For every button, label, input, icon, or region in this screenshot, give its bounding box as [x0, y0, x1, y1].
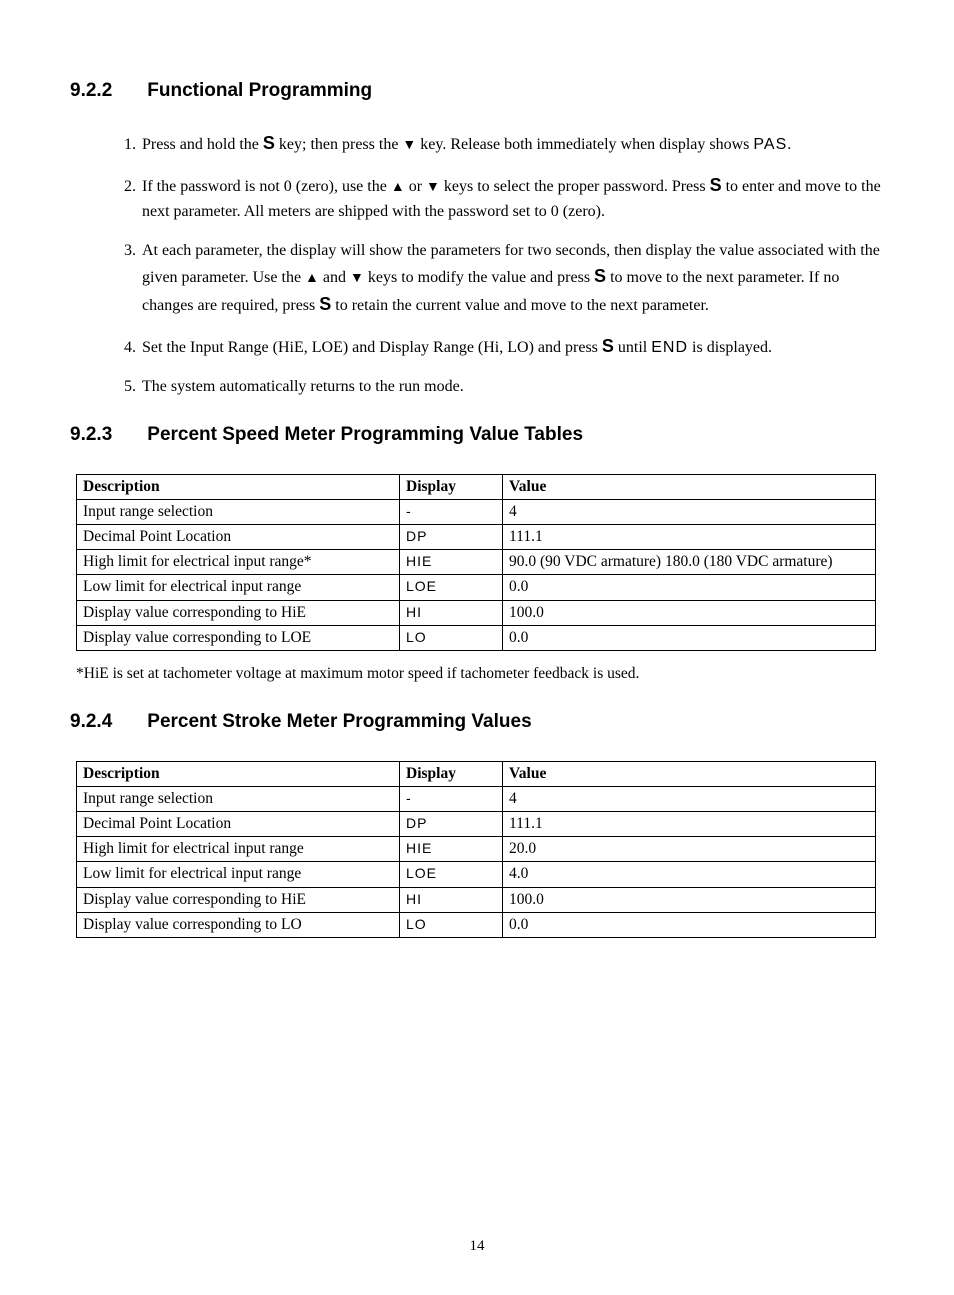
s-key-icon: S [710, 175, 722, 195]
heading-922: 9.2.2 Functional Programming [70, 80, 884, 102]
down-arrow-icon: ▼ [426, 180, 440, 195]
heading-num: 9.2.4 [70, 711, 142, 733]
th-description: Description [77, 761, 400, 786]
down-arrow-icon: ▼ [350, 271, 364, 286]
cell-display: DP [400, 812, 503, 837]
cell-display: HI [400, 600, 503, 625]
cell-description: High limit for electrical input range [77, 837, 400, 862]
table-row: Display value corresponding to LOELO0.0 [77, 625, 876, 650]
cell-description: Display value corresponding to HiE [77, 600, 400, 625]
cell-value: 111.1 [503, 812, 876, 837]
cell-display: - [400, 786, 503, 811]
cell-display: LOE [400, 575, 503, 600]
cell-display: LO [400, 912, 503, 937]
cell-display: HI [400, 887, 503, 912]
th-display: Display [400, 761, 503, 786]
table-row: Display value corresponding to HiEHI100.… [77, 600, 876, 625]
heading-num: 9.2.2 [70, 80, 142, 102]
table-row: Input range selection-4 [77, 786, 876, 811]
cell-value: 0.0 [503, 625, 876, 650]
down-arrow-icon: ▼ [402, 138, 416, 153]
cell-value: 4.0 [503, 862, 876, 887]
table-header-row: Description Display Value [77, 474, 876, 499]
heading-num: 9.2.3 [70, 424, 142, 446]
table-header-row: Description Display Value [77, 761, 876, 786]
table-row: Display value corresponding to HiEHI100.… [77, 887, 876, 912]
heading-title: Percent Stroke Meter Programming Values [147, 711, 531, 732]
cell-description: Low limit for electrical input range [77, 862, 400, 887]
table-924: Description Display Value Input range se… [76, 761, 876, 938]
up-arrow-icon: ▲ [391, 180, 405, 195]
th-description: Description [77, 474, 400, 499]
up-arrow-icon: ▲ [305, 271, 319, 286]
page-number: 14 [70, 1238, 884, 1255]
cell-value: 4 [503, 786, 876, 811]
table-row: Decimal Point LocationDP111.1 [77, 812, 876, 837]
table-row: Display value corresponding to LOLO0.0 [77, 912, 876, 937]
cell-display: LO [400, 625, 503, 650]
cell-value: 20.0 [503, 837, 876, 862]
table-923: Description Display Value Input range se… [76, 474, 876, 651]
cell-description: High limit for electrical input range* [77, 550, 400, 575]
table-row: High limit for electrical input range*HI… [77, 550, 876, 575]
cell-description: Decimal Point Location [77, 525, 400, 550]
cell-description: Display value corresponding to LOE [77, 625, 400, 650]
cell-display: LOE [400, 862, 503, 887]
step-4: Set the Input Range (HiE, LOE) and Displ… [140, 333, 884, 361]
cell-display: - [400, 499, 503, 524]
cell-description: Low limit for electrical input range [77, 575, 400, 600]
table-row: Input range selection-4 [77, 499, 876, 524]
th-value: Value [503, 761, 876, 786]
s-key-icon: S [594, 266, 606, 286]
table-row: Decimal Point LocationDP111.1 [77, 525, 876, 550]
cell-description: Input range selection [77, 786, 400, 811]
table-row: High limit for electrical input rangeHIE… [77, 837, 876, 862]
th-display: Display [400, 474, 503, 499]
cell-value: 0.0 [503, 912, 876, 937]
th-value: Value [503, 474, 876, 499]
heading-924: 9.2.4 Percent Stroke Meter Programming V… [70, 711, 884, 733]
steps-list: Press and hold the S key; then press the… [70, 130, 884, 400]
cell-value: 90.0 (90 VDC armature) 180.0 (180 VDC ar… [503, 550, 876, 575]
cell-description: Display value corresponding to LO [77, 912, 400, 937]
step-2: If the password is not 0 (zero), use the… [140, 172, 884, 225]
step-5: The system automatically returns to the … [140, 375, 884, 400]
pas-display-icon: PAS [753, 136, 787, 153]
heading-title: Functional Programming [147, 80, 372, 101]
cell-description: Input range selection [77, 499, 400, 524]
cell-display: HIE [400, 837, 503, 862]
cell-description: Display value corresponding to HiE [77, 887, 400, 912]
cell-display: DP [400, 525, 503, 550]
heading-923: 9.2.3 Percent Speed Meter Programming Va… [70, 424, 884, 446]
s-key-icon: S [319, 294, 331, 314]
heading-title: Percent Speed Meter Programming Value Ta… [147, 424, 583, 445]
cell-value: 0.0 [503, 575, 876, 600]
step-3: At each parameter, the display will show… [140, 239, 884, 320]
table-row: Low limit for electrical input rangeLOE4… [77, 862, 876, 887]
table-row: Low limit for electrical input rangeLOE0… [77, 575, 876, 600]
step-1: Press and hold the S key; then press the… [140, 130, 884, 158]
s-key-icon: S [263, 133, 275, 153]
cell-value: 111.1 [503, 525, 876, 550]
footnote-923: *HiE is set at tachometer voltage at max… [76, 665, 884, 683]
cell-value: 100.0 [503, 887, 876, 912]
cell-display: HIE [400, 550, 503, 575]
cell-value: 100.0 [503, 600, 876, 625]
s-key-icon: S [602, 336, 614, 356]
end-display-icon: END [651, 339, 688, 356]
cell-value: 4 [503, 499, 876, 524]
cell-description: Decimal Point Location [77, 812, 400, 837]
